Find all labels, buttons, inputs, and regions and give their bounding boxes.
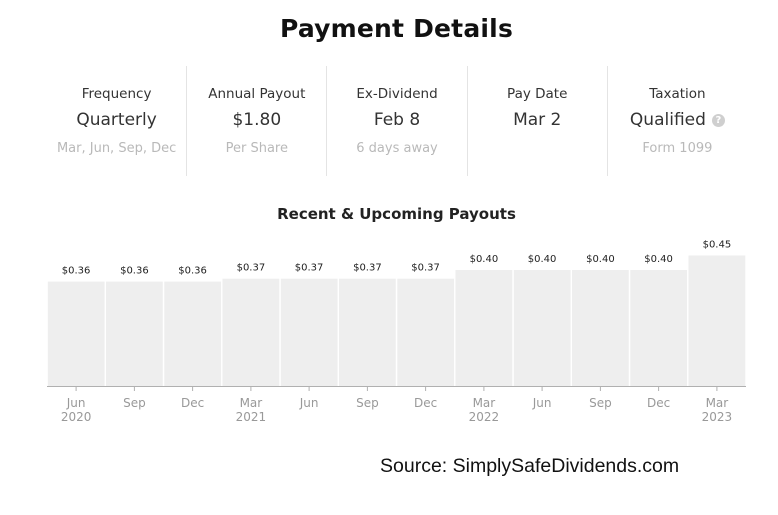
- bar: [222, 278, 280, 386]
- bar: [572, 270, 629, 386]
- bar: [280, 278, 338, 386]
- tick-label: 2023: [702, 410, 733, 424]
- data-label: $0.36: [120, 266, 149, 277]
- source-note: Source: SimplySafeDividends.com: [380, 455, 680, 477]
- bar: [397, 278, 455, 386]
- tick-label: Dec: [181, 396, 204, 410]
- data-label: $0.37: [295, 263, 324, 274]
- bar: [455, 270, 513, 386]
- tick-label: Jun: [299, 396, 319, 410]
- data-label: $0.40: [586, 254, 615, 265]
- tick-label: Jun: [66, 396, 86, 410]
- tick-label: 2021: [236, 410, 267, 424]
- bar: [630, 270, 688, 386]
- tick-label: Mar: [706, 396, 729, 410]
- tick-label: Sep: [356, 396, 379, 410]
- data-label: $0.37: [237, 263, 266, 274]
- bar: [47, 281, 105, 386]
- data-label: $0.37: [353, 263, 382, 274]
- bar: [106, 281, 163, 386]
- data-label: $0.37: [411, 263, 440, 274]
- data-label: $0.40: [470, 254, 499, 265]
- tick-label: 2020: [61, 410, 92, 424]
- tick-label: Jun: [532, 396, 552, 410]
- payouts-bar-chart: $0.36Jun2020$0.36Sep$0.36Dec$0.37Mar2021…: [47, 240, 746, 424]
- data-label: $0.45: [703, 240, 732, 251]
- data-label: $0.36: [178, 266, 207, 277]
- tick-label: Mar: [240, 396, 263, 410]
- bar: [339, 278, 396, 386]
- tick-label: Mar: [473, 396, 496, 410]
- bar: [164, 281, 222, 386]
- data-label: $0.36: [62, 266, 91, 277]
- data-label: $0.40: [644, 254, 673, 265]
- tick-label: 2022: [469, 410, 500, 424]
- data-label: $0.40: [528, 254, 557, 265]
- bar: [688, 255, 746, 386]
- tick-label: Sep: [589, 396, 612, 410]
- bar: [513, 270, 571, 386]
- tick-label: Dec: [647, 396, 670, 410]
- tick-label: Dec: [414, 396, 437, 410]
- tick-label: Sep: [123, 396, 146, 410]
